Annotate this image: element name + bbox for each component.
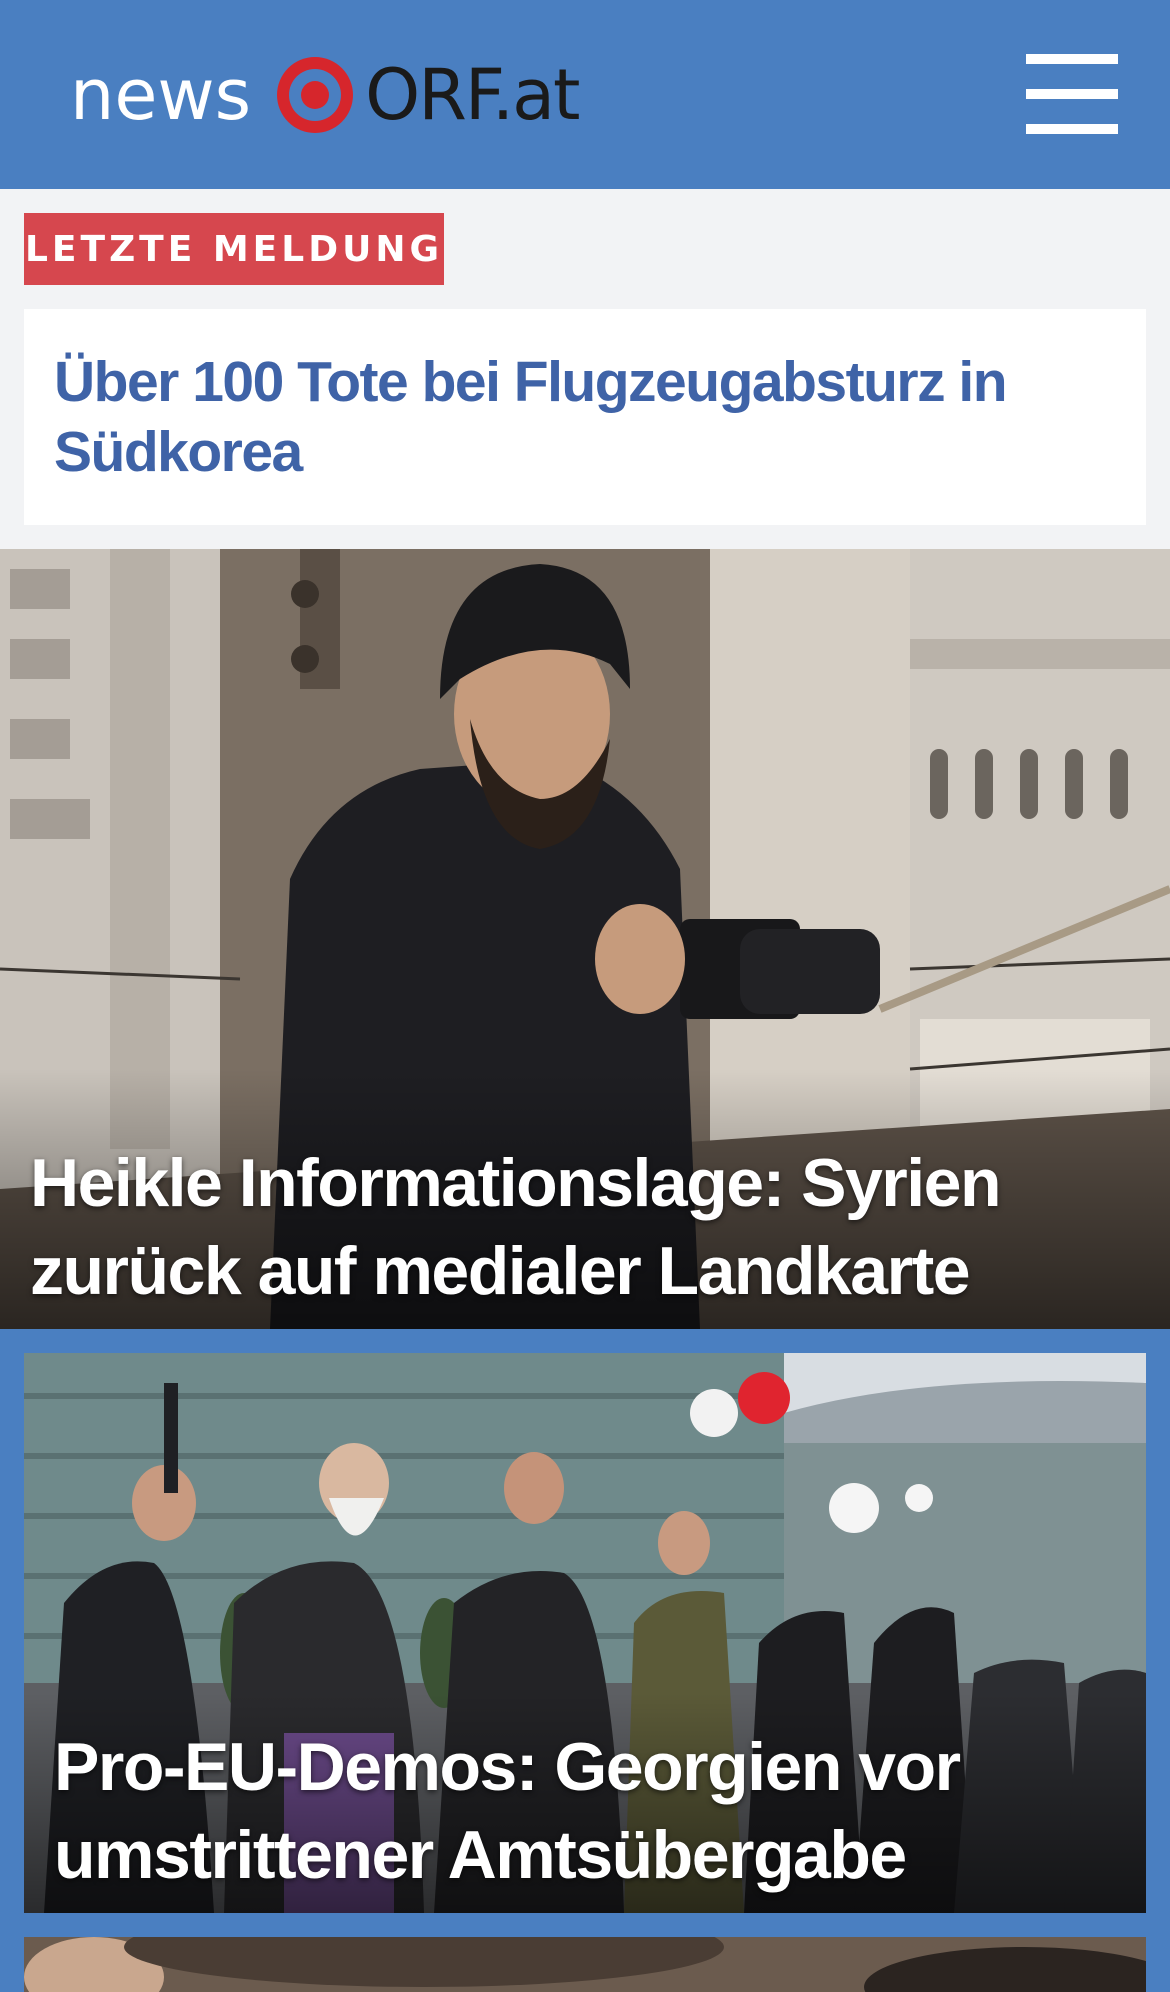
hamburger-menu-icon[interactable] bbox=[1020, 50, 1124, 140]
logo-orf-text: ORF.at bbox=[365, 54, 580, 136]
orf-logo[interactable]: news ORF.at bbox=[70, 50, 581, 140]
breaking-news-card[interactable]: Über 100 Tote bei Flugzeugabsturz in Süd… bbox=[24, 309, 1146, 525]
story-headline[interactable]: Pro-EU-Demos: Georgien vor umstrittener … bbox=[54, 1723, 1114, 1899]
story-headline[interactable]: Heikle Informationslage: Syrien zurück a… bbox=[30, 1139, 1130, 1315]
logo-news-text: news bbox=[70, 54, 252, 136]
menu-bar bbox=[1026, 124, 1118, 134]
breaking-news-headline[interactable]: Über 100 Tote bei Flugzeugabsturz in Süd… bbox=[54, 347, 1114, 487]
story-card-partial[interactable] bbox=[24, 1937, 1146, 1992]
orf-target-icon bbox=[277, 57, 354, 133]
story-card-georgia[interactable]: Pro-EU-Demos: Georgien vor umstrittener … bbox=[24, 1353, 1146, 1913]
breaking-news-badge: LETZTE MELDUNG bbox=[24, 213, 444, 285]
menu-bar bbox=[1026, 89, 1118, 99]
top-header: news ORF.at bbox=[0, 0, 1170, 189]
story-photo-partial bbox=[24, 1937, 1146, 1992]
story-card-syria[interactable]: Heikle Informationslage: Syrien zurück a… bbox=[0, 549, 1170, 1329]
menu-bar bbox=[1026, 54, 1118, 64]
